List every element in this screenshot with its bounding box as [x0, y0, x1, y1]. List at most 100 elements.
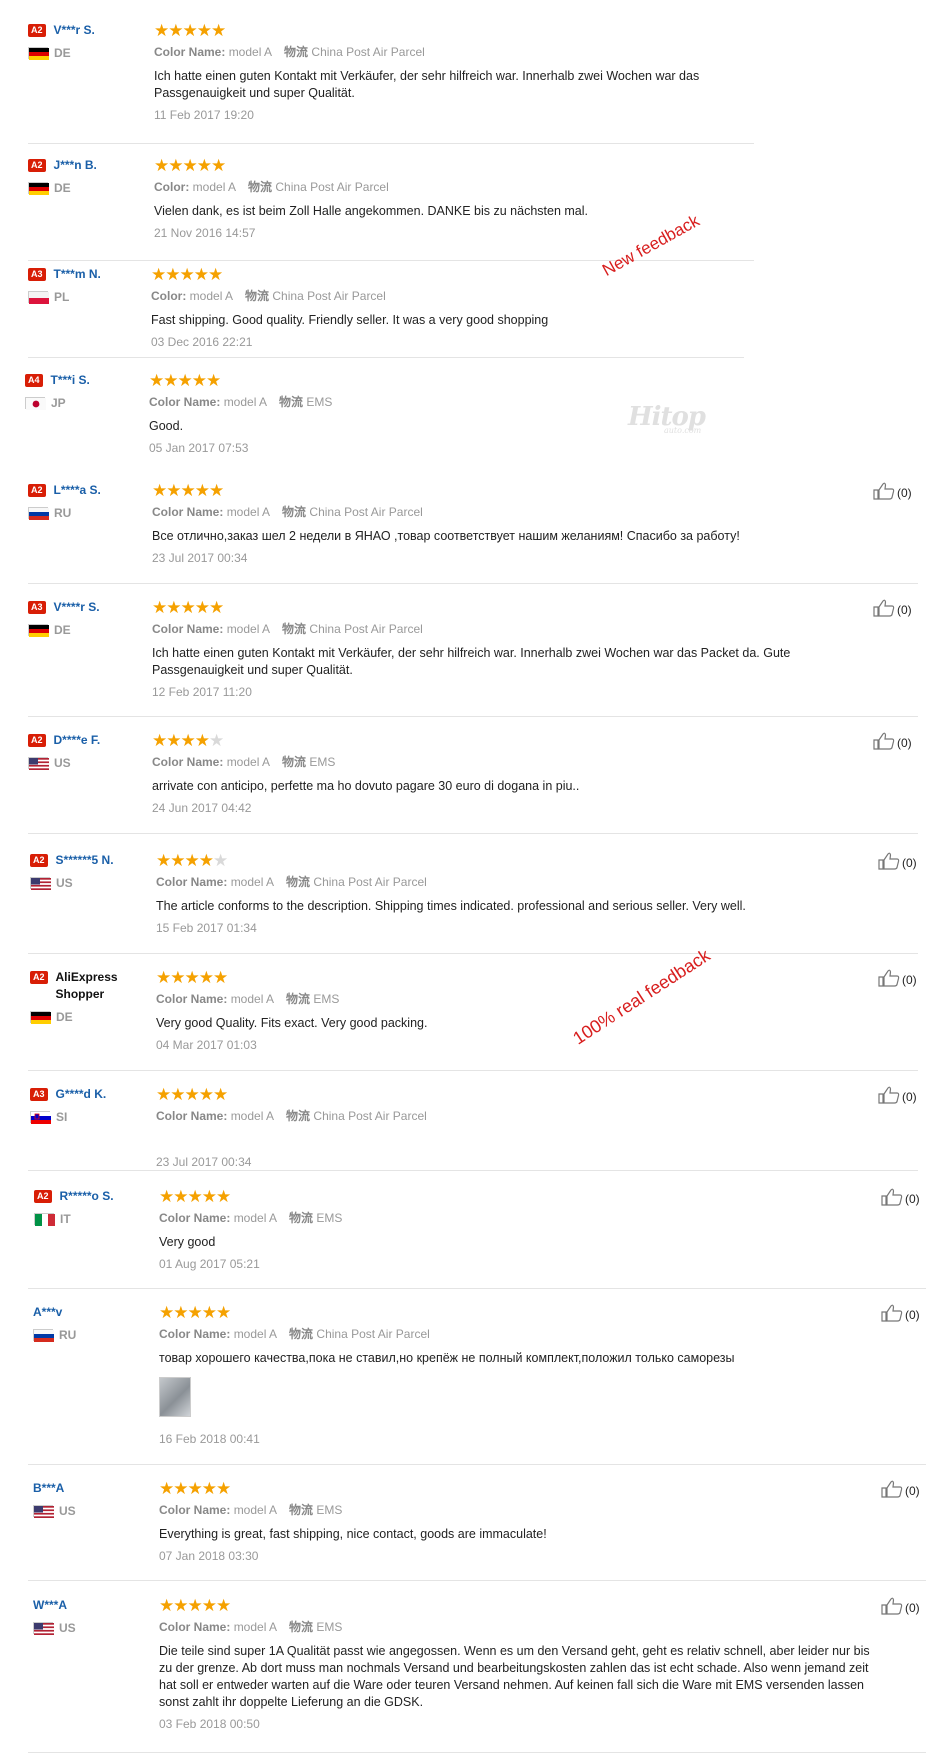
reviewer-info: A2 S******5 N. US	[30, 852, 114, 890]
star-filled-icon: ★	[159, 1596, 174, 1615]
review-content: ★★★★★ Color Name: model A 物流 EMS Very good …	[156, 969, 870, 1053]
reviewer-name[interactable]: S******5 N.	[56, 852, 114, 869]
reviewer-name[interactable]: G****d K.	[56, 1086, 107, 1103]
reviewer-info: A2 D****e F. US	[28, 732, 100, 770]
star-filled-icon: ★	[191, 371, 207, 390]
shipping-value: EMS	[316, 1503, 343, 1517]
like-count: (0)	[902, 972, 917, 987]
shipping-value: China Post Air Parcel	[309, 622, 423, 636]
country-flag-icon	[25, 397, 46, 410]
color-label: Color Name:	[156, 1109, 228, 1123]
reviewer-info: A3 V****r S. DE	[28, 599, 100, 637]
star-filled-icon: ★	[154, 156, 169, 175]
reviewer-name[interactable]: W***A	[33, 1597, 67, 1614]
review-text: Everything is great, fast shipping, nice…	[159, 1527, 547, 1541]
shipping-label: 物流	[286, 875, 311, 889]
color-value: model A	[189, 289, 234, 303]
color-value: model A	[230, 992, 275, 1006]
star-filled-icon: ★	[163, 371, 178, 390]
star-filled-icon: ★	[173, 1479, 188, 1498]
star-filled-icon: ★	[166, 481, 181, 500]
review-text: Ich hatte einen guten Kontakt mit Verkäu…	[154, 69, 700, 100]
country-code: RU	[54, 506, 72, 520]
order-info: Color Name: model A 物流 EMS	[159, 1503, 873, 1518]
star-rating: ★★★★★	[154, 157, 784, 174]
star-filled-icon: ★	[156, 968, 171, 987]
thumbs-up-icon	[878, 852, 902, 873]
color-value: model A	[192, 180, 237, 194]
color-label: Color Name:	[149, 395, 221, 409]
thumbs-up-icon	[881, 1188, 905, 1209]
country-flag-icon	[28, 47, 49, 60]
buyer-level-badge: A2	[28, 484, 46, 497]
reviewer-name[interactable]: D****e F.	[54, 732, 101, 749]
review-date: 24 Jun 2017 04:42	[152, 801, 252, 815]
star-filled-icon: ★	[206, 371, 221, 390]
star-filled-icon: ★	[166, 598, 181, 617]
reviewer-name[interactable]: B***A	[33, 1480, 64, 1497]
reviewer-country: IT	[34, 1212, 114, 1226]
helpful-like-button[interactable]: (0)	[878, 1086, 917, 1107]
country-flag-icon	[28, 182, 49, 195]
review-text: Die teile sind super 1A Qualität passt w…	[159, 1644, 870, 1709]
color-value: model A	[233, 1327, 278, 1341]
reviewer-info: B***A US	[33, 1480, 76, 1518]
country-flag-icon	[33, 1622, 54, 1635]
star-filled-icon: ★	[194, 731, 210, 750]
helpful-like-button[interactable]: (0)	[878, 969, 917, 990]
color-value: model A	[233, 1620, 278, 1634]
star-filled-icon: ★	[159, 1479, 174, 1498]
helpful-like-button[interactable]: (0)	[881, 1304, 920, 1325]
star-rating: ★★★★★	[156, 1086, 870, 1103]
review-content: ★★★★★ Color Name: model A 物流 EMS arrivate c…	[152, 732, 865, 816]
buyer-level-badge: A2	[34, 1190, 52, 1203]
reviewer-name[interactable]: J***n B.	[54, 157, 97, 174]
helpful-like-button[interactable]: (0)	[873, 732, 912, 753]
star-filled-icon: ★	[194, 481, 210, 500]
color-label: Color Name:	[159, 1620, 231, 1634]
thumbs-up-icon	[873, 599, 897, 620]
helpful-like-button[interactable]: (0)	[881, 1188, 920, 1209]
review-content: ★★★★★ Color: model A 物流 China Post Air Par…	[151, 266, 781, 350]
star-filled-icon: ★	[216, 1303, 231, 1322]
star-filled-icon: ★	[152, 598, 167, 617]
reviewer-name[interactable]: A***v	[33, 1304, 62, 1321]
helpful-like-button[interactable]: (0)	[873, 482, 912, 503]
reviewer-name[interactable]: L****a S.	[54, 482, 101, 499]
color-label: Color Name:	[152, 505, 224, 519]
review-photo-thumbnail[interactable]	[159, 1377, 191, 1417]
divider	[28, 1580, 926, 1581]
helpful-like-button[interactable]: (0)	[881, 1597, 920, 1618]
reviewer-country: US	[33, 1504, 76, 1518]
like-count: (0)	[897, 485, 912, 500]
reviewer-info: A2 J***n B. DE	[28, 157, 97, 195]
star-filled-icon: ★	[182, 156, 198, 175]
shipping-value: EMS	[306, 395, 333, 409]
helpful-like-button[interactable]: (0)	[878, 852, 917, 873]
reviewer-name[interactable]: V****r S.	[54, 599, 100, 616]
buyer-level-badge: A3	[28, 268, 46, 281]
country-flag-icon	[33, 1329, 54, 1342]
reviewer-name[interactable]: R*****o S.	[60, 1188, 114, 1205]
helpful-like-button[interactable]: (0)	[881, 1480, 920, 1501]
star-filled-icon: ★	[201, 1479, 217, 1498]
color-label: Color Name:	[152, 622, 224, 636]
reviewer-name[interactable]: AliExpress Shopper	[56, 969, 156, 1003]
shipping-value: EMS	[316, 1620, 343, 1634]
divider	[28, 1170, 918, 1171]
star-filled-icon: ★	[173, 1596, 188, 1615]
reviewer-name[interactable]: T***m N.	[54, 266, 101, 283]
star-filled-icon: ★	[184, 1085, 200, 1104]
order-info: Color Name: model A 物流 China Post Air Par…	[156, 875, 870, 890]
star-filled-icon: ★	[187, 1479, 203, 1498]
like-count: (0)	[902, 855, 917, 870]
star-filled-icon: ★	[159, 1303, 174, 1322]
thumbs-up-icon	[878, 1086, 902, 1107]
reviewer-country: DE	[30, 1010, 156, 1024]
helpful-like-button[interactable]: (0)	[873, 599, 912, 620]
reviewer-name[interactable]: T***i S.	[51, 372, 90, 389]
star-filled-icon: ★	[177, 371, 193, 390]
review-date: 05 Jan 2017 07:53	[149, 441, 249, 455]
reviewer-name[interactable]: V***r S.	[54, 22, 95, 39]
star-filled-icon: ★	[180, 731, 196, 750]
